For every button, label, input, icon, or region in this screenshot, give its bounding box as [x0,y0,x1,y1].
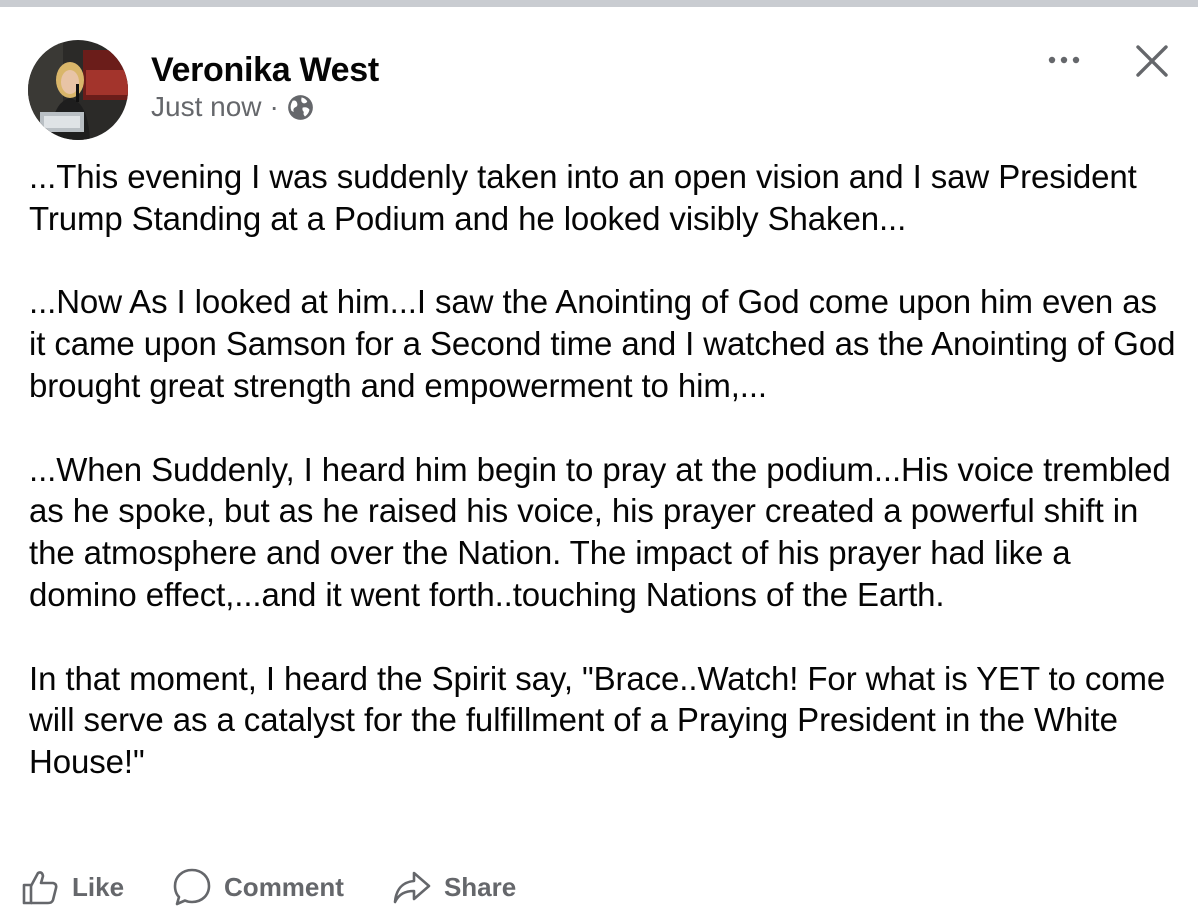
close-button[interactable] [1130,39,1174,83]
like-button[interactable]: Like [20,867,124,907]
post-actions-bar: Like Comment Share [20,867,564,907]
author-name[interactable]: Veronika West [151,51,379,90]
comment-bubble-icon [173,868,211,906]
comment-button[interactable]: Comment [172,867,344,907]
comment-label: Comment [224,871,344,902]
profile-photo [28,40,128,140]
top-divider-bar [0,0,1198,7]
globe-icon [287,94,314,121]
post-paragraph: ...This evening I was suddenly taken int… [29,158,1137,237]
share-label: Share [443,871,517,902]
share-button[interactable]: Share [392,867,516,907]
thumbs-up-icon [22,871,58,905]
more-options-icon [1048,56,1080,64]
close-icon [1136,45,1168,77]
like-label: Like [72,871,125,902]
post-paragraph: ...Now As I looked at him...I saw the An… [29,283,1176,404]
post-card: Veronika West Just now · ...This evening… [0,7,1198,910]
post-paragraph: In that moment, I heard the Spirit say, … [29,659,1166,781]
post-body: ...This evening I was suddenly taken int… [29,156,1179,783]
share-arrow-icon [393,871,431,904]
post-paragraph: ...When Suddenly, I heard him begin to p… [29,450,1171,613]
meta-separator: · [269,91,279,122]
more-options-button[interactable] [1040,45,1088,75]
author-avatar[interactable] [28,40,128,140]
post-meta: Just now · [151,91,314,123]
post-timestamp[interactable]: Just now [151,91,262,123]
